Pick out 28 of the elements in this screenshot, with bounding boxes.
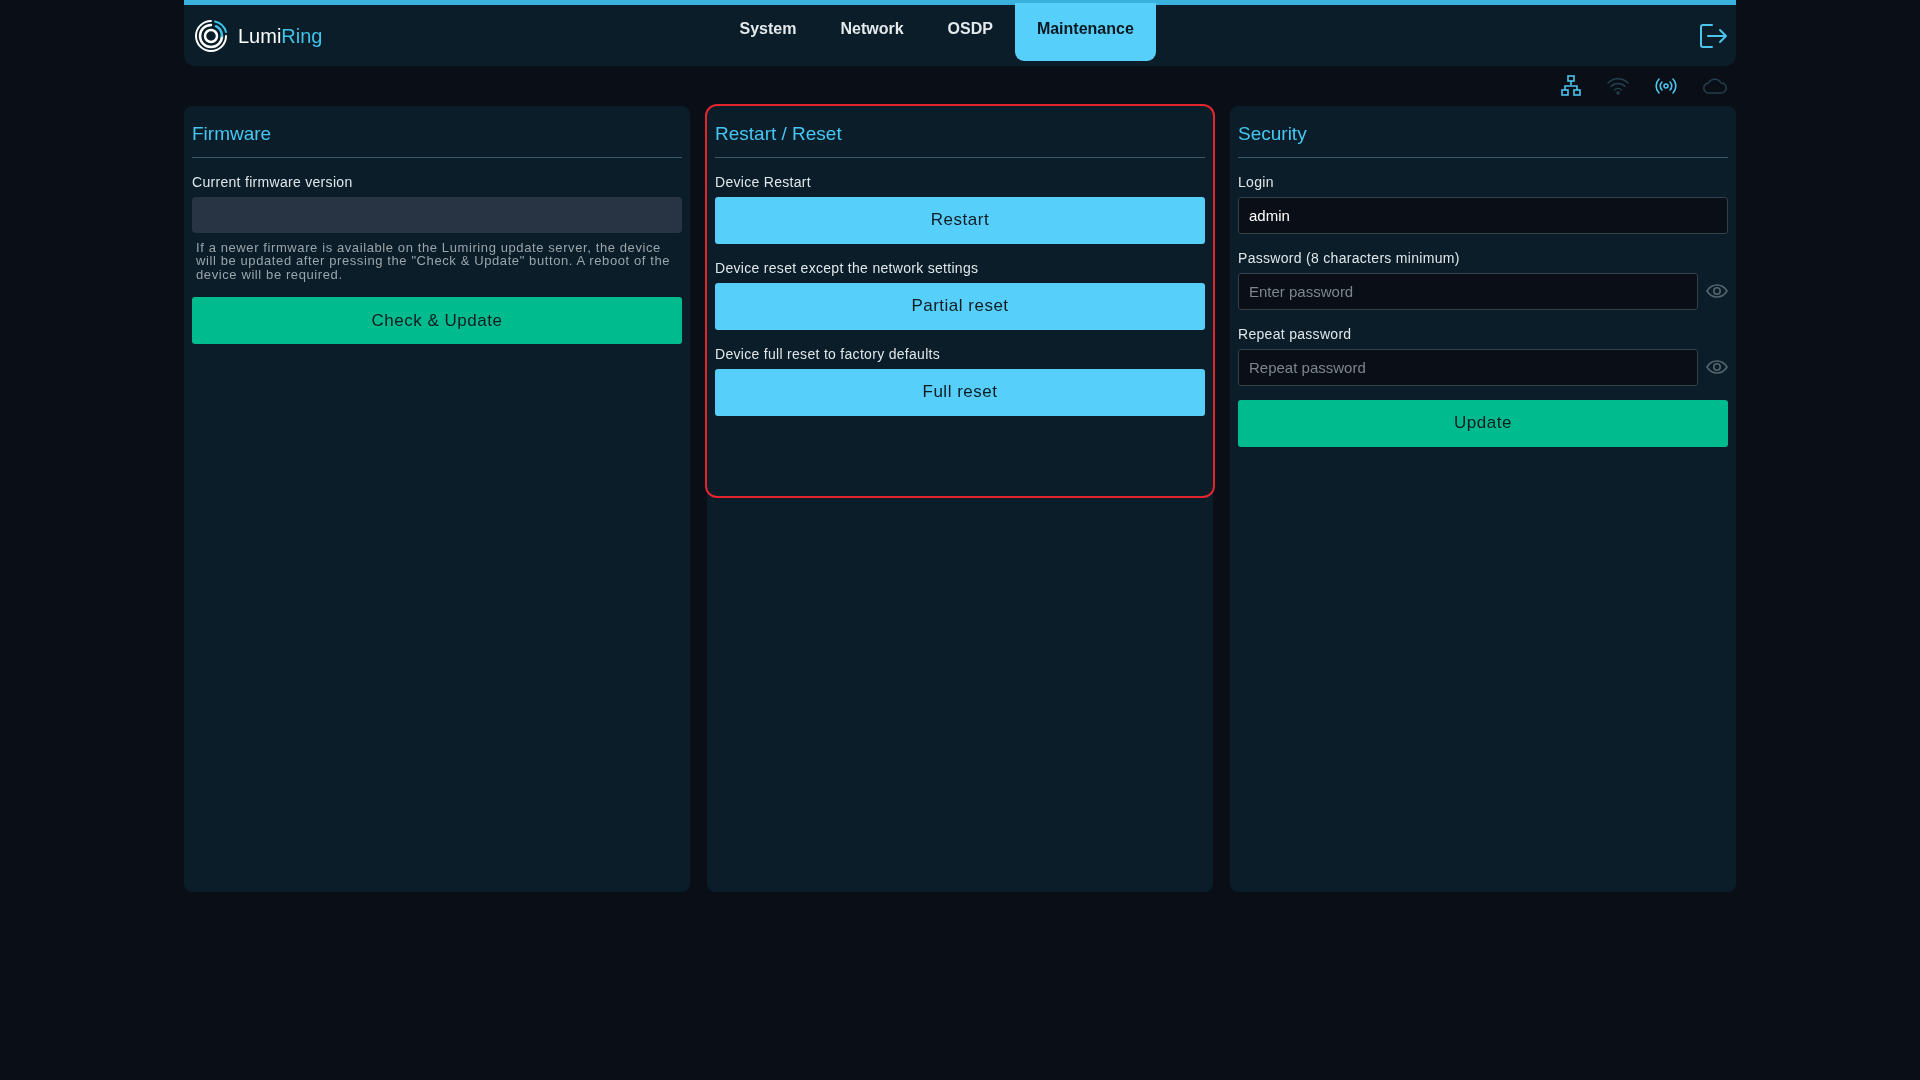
password-field[interactable]: Enter password: [1238, 272, 1698, 310]
field-label: Current firmware version: [192, 172, 354, 192]
panel-title: Restart / Reset: [715, 114, 1205, 158]
action-button[interactable]: Check & Update: [192, 297, 682, 345]
logo-text: LumiRing: [238, 23, 323, 49]
nav-tab[interactable]: Network: [818, 3, 926, 61]
action-button[interactable]: Restart: [715, 196, 1205, 244]
nav-tab[interactable]: System: [717, 3, 819, 61]
version-field[interactable]: [192, 196, 682, 233]
action-button[interactable]: Update: [1238, 399, 1728, 447]
nav-tab[interactable]: OSDP: [925, 3, 1015, 61]
action-button[interactable]: Partial reset: [715, 282, 1205, 330]
panel-title: Firmware: [192, 114, 682, 158]
field-label: Login: [1238, 172, 1275, 192]
field-label: Device reset except the network settings: [715, 258, 980, 278]
login-field[interactable]: admin: [1238, 196, 1728, 234]
nav-tab[interactable]: Maintenance: [1014, 3, 1156, 61]
action-button[interactable]: Full reset: [715, 368, 1205, 416]
field-label: Repeat password: [1238, 324, 1353, 344]
password-field[interactable]: Repeat password: [1238, 348, 1698, 386]
field-label: Password (8 characters minimum): [1238, 248, 1461, 268]
help-text: If a newer firmware is available on the Lumiring update server, the device will be updated after pressing the "Check & Update" button. A reboot of the device will be required.: [195, 238, 672, 284]
field-label: Device full reset to factory defaults: [715, 344, 942, 364]
eye-icon[interactable]: [1706, 284, 1728, 298]
logout-icon[interactable]: [1698, 21, 1728, 50]
panel-title: Security: [1238, 114, 1728, 158]
eye-icon[interactable]: [1706, 360, 1728, 374]
field-label: Device Restart: [715, 172, 812, 192]
